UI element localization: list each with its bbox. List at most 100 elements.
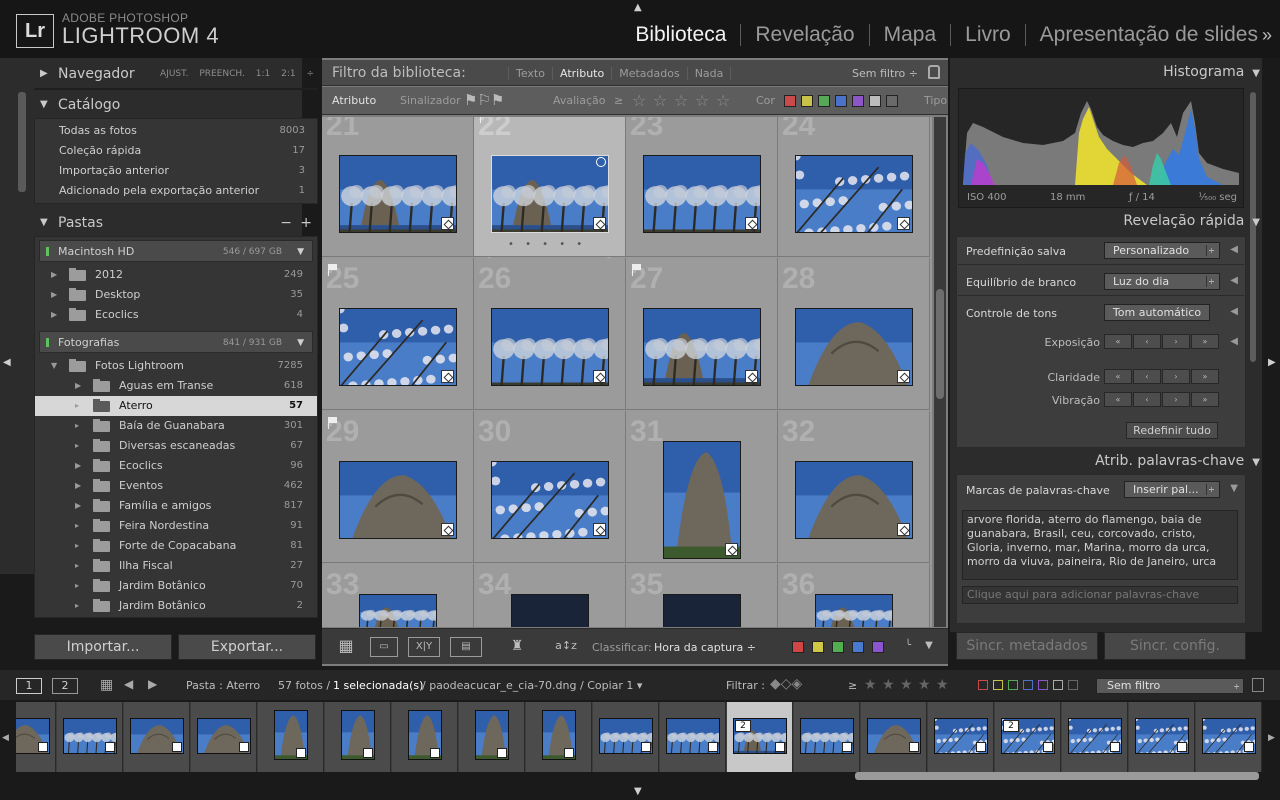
clarity-up-small[interactable]: › <box>1162 369 1190 384</box>
folder-row[interactable]: ▶ Ecoclics 4 <box>35 305 317 325</box>
disclosure-triangle-icon[interactable]: ◀ <box>1230 336 1238 347</box>
navigator-header[interactable]: ▶ Navegador AJUST. PREENCH. 1:1 2:1 ÷ <box>34 60 318 88</box>
grid-view-icon[interactable]: ▦ <box>332 637 360 657</box>
back-arrow-icon[interactable]: ◀ <box>124 677 133 691</box>
photo-thumbnail[interactable] <box>795 461 913 539</box>
exposure-down-small[interactable]: ‹ <box>1133 334 1161 349</box>
photo-thumbnail[interactable] <box>491 461 609 539</box>
grid-cell[interactable]: 27 <box>626 258 778 410</box>
filmstrip-cell[interactable] <box>16 702 56 772</box>
expand-triangle-icon[interactable]: ▸ <box>75 516 79 536</box>
more-modules-icon[interactable]: » <box>1262 25 1272 46</box>
disclosure-triangle-icon[interactable]: ◀ <box>1230 306 1238 317</box>
folder-row[interactable]: ▶ Ecoclics 96 <box>35 456 317 476</box>
folder-row[interactable]: ▶ Família e amigos 817 <box>35 496 317 516</box>
filmstrip-filter-lock-icon[interactable] <box>1252 678 1264 692</box>
color-filter-swatch[interactable] <box>852 95 864 107</box>
reset-all-button[interactable]: Redefinir tudo <box>1126 422 1218 439</box>
folder-row[interactable]: ▸ Baía de Guanabara 301 <box>35 416 317 436</box>
grid-cell[interactable]: 33 <box>322 564 474 627</box>
color-label-button[interactable] <box>872 641 884 653</box>
star-icon[interactable]: ☆ <box>653 91 667 110</box>
grid-cell[interactable]: 22• • • • •↶↷ <box>474 117 626 271</box>
folder-row[interactable]: ▶ Eventos 462 <box>35 476 317 496</box>
volume-row[interactable]: Fotografias 841 / 931 GB ▼ <box>39 331 313 353</box>
star-icon[interactable]: ☆ <box>716 91 730 110</box>
color-filter-swatch[interactable] <box>869 95 881 107</box>
bottom-panel-toggle-icon[interactable]: ▼ <box>634 786 642 797</box>
star-icon[interactable]: ☆ <box>632 91 646 110</box>
photo-thumbnail[interactable] <box>359 594 437 627</box>
top-panel-toggle-icon[interactable]: ▲ <box>634 2 642 13</box>
secondary-window-button[interactable]: 2 <box>52 678 78 694</box>
expand-triangle-icon[interactable]: ▶ <box>40 60 48 88</box>
catalog-item[interactable]: Todas as fotos 8003 <box>35 121 317 141</box>
color-filter-swatch[interactable] <box>801 95 813 107</box>
filter-preset-select[interactable]: Sem filtro ÷ <box>852 67 918 80</box>
zoom-1-1[interactable]: 1:1 <box>256 69 270 79</box>
catalog-item[interactable]: Coleção rápida 17 <box>35 141 317 161</box>
export-button[interactable]: Exportar... <box>178 634 316 660</box>
photo-thumbnail[interactable] <box>663 441 741 559</box>
folder-row[interactable]: ▸ Aterro 57 <box>35 396 317 416</box>
module-map[interactable]: Mapa <box>870 24 952 46</box>
expand-triangle-icon[interactable]: ▶ <box>75 616 81 617</box>
module-slideshow[interactable]: Apresentação de slides <box>1026 24 1262 46</box>
grid-cell[interactable]: 26 <box>474 258 626 410</box>
grid-cell[interactable]: 21 <box>322 117 474 257</box>
keywording-header[interactable]: Atrib. palavras-chave ▼ <box>1095 453 1260 469</box>
folder-row[interactable]: ▼ Fotos Lightroom 7285 <box>35 356 317 376</box>
filmstrip-cell[interactable] <box>1196 702 1262 772</box>
expand-triangle-icon[interactable]: ▶ <box>75 456 81 476</box>
grid-cell[interactable]: 31 <box>626 411 778 563</box>
star-icon[interactable]: ☆ <box>674 91 688 110</box>
star-icon[interactable]: ★ <box>900 677 913 693</box>
grid-cell[interactable]: 36 <box>778 564 930 627</box>
grid-cell[interactable]: 35 <box>626 564 778 627</box>
left-panel-toggle-icon[interactable]: ◀ <box>3 357 11 368</box>
expand-triangle-icon[interactable]: ▸ <box>75 596 79 616</box>
lock-icon[interactable] <box>928 65 940 79</box>
clarity-down-large[interactable]: « <box>1104 369 1132 384</box>
sort-select[interactable]: Hora da captura ÷ <box>654 641 756 654</box>
filmstrip-color-filter[interactable] <box>1053 680 1063 690</box>
import-button[interactable]: Importar... <box>34 634 172 660</box>
zoom-fill[interactable]: PREENCH. <box>199 69 245 79</box>
zoom-2-1[interactable]: 2:1 <box>281 69 295 79</box>
color-filter-swatch[interactable] <box>886 95 898 107</box>
painter-icon[interactable]: ♜ <box>510 637 524 657</box>
filmstrip-cell[interactable] <box>794 702 860 772</box>
star-icon[interactable]: ★ <box>882 677 895 693</box>
volume-menu-icon[interactable]: ▼ <box>297 332 304 354</box>
filmstrip-color-filter[interactable] <box>1023 680 1033 690</box>
filmstrip-rating-operator[interactable]: ≥ <box>848 679 857 692</box>
filmstrip-cell[interactable] <box>392 702 458 772</box>
filmstrip-cell[interactable] <box>325 702 391 772</box>
compare-view-icon[interactable]: X|Y <box>408 637 440 657</box>
zoom-fit[interactable]: AJUST. <box>160 69 188 79</box>
grid-scroll-thumb[interactable] <box>936 289 944 399</box>
collapse-triangle-icon[interactable]: ▼ <box>1252 217 1260 228</box>
photo-thumbnail[interactable] <box>491 155 609 233</box>
clarity-up-large[interactable]: » <box>1191 369 1219 384</box>
grid-cell[interactable]: 30 <box>474 411 626 563</box>
filmstrip-color-filter[interactable] <box>978 680 988 690</box>
exposure-down-large[interactable]: « <box>1104 334 1132 349</box>
folder-row[interactable]: ▸ Jardim Botânico 2 <box>35 596 317 616</box>
expand-triangle-icon[interactable]: ▶ <box>51 265 57 285</box>
color-filter-swatch[interactable] <box>835 95 847 107</box>
selected-filename[interactable]: / paodeacucar_e_cia-70.dng / Copiar 1 ▾ <box>422 679 642 692</box>
color-label-button[interactable] <box>852 641 864 653</box>
photo-thumbnail[interactable] <box>795 155 913 233</box>
expand-triangle-icon[interactable]: ▶ <box>51 305 57 325</box>
grid-cell[interactable]: 29 <box>322 411 474 563</box>
photo-thumbnail[interactable] <box>339 308 457 386</box>
loupe-view-icon[interactable]: ▭ <box>370 637 398 657</box>
toolbar-spray-icon[interactable]: ╰ <box>904 637 912 657</box>
expand-triangle-icon[interactable]: ▸ <box>75 436 79 456</box>
saved-preset-select[interactable]: Personalizado ÷ <box>1104 242 1220 259</box>
photo-thumbnail[interactable] <box>511 594 589 627</box>
filmstrip-cell[interactable] <box>124 702 190 772</box>
filmstrip-scroll-left-icon[interactable]: ◀ <box>2 733 9 743</box>
left-panel-scrollbar[interactable] <box>18 92 26 192</box>
